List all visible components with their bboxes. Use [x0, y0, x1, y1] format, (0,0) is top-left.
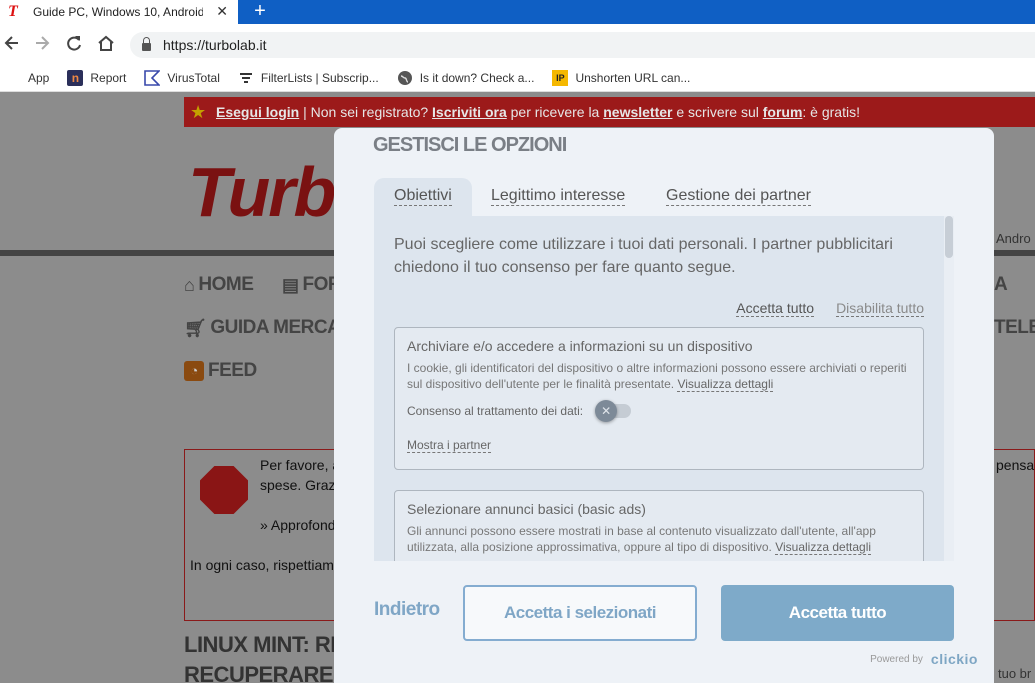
nav-right-1[interactable]: A	[994, 274, 1008, 296]
back-arrow-icon[interactable]	[2, 33, 22, 53]
login-banner-text: per ricevere la	[506, 104, 604, 120]
bookmark-label: Report	[90, 70, 127, 85]
site-logo[interactable]: Turb	[188, 152, 336, 232]
nav-forum[interactable]: ▤ FOR	[282, 274, 342, 296]
nav-right-2[interactable]: TELEGR	[994, 317, 1035, 339]
bookmark-filterlists[interactable]: FilterLists | Subscrip...	[238, 70, 379, 86]
purpose-card: Archiviare e/o accedere a informazioni s…	[394, 327, 924, 470]
intro-text: Puoi scegliere come utilizzare i tuoi da…	[394, 236, 893, 276]
login-banner: ★ Esegui login | Non sei registrato? Isc…	[184, 97, 1035, 127]
dialog-footer: Indietro Accetta i selezionati Accetta t…	[334, 561, 994, 683]
adblock-link[interactable]: » Approfond	[260, 517, 336, 533]
globe-icon	[397, 70, 413, 86]
bookmark-label: App	[28, 70, 50, 85]
url-text: https://turbolab.it	[163, 37, 267, 53]
disable-all-link[interactable]: Disabilita tutto	[836, 300, 924, 317]
purpose-desc-text: I cookie, gli identificatori del disposi…	[407, 361, 907, 391]
clickio-logo[interactable]: clickio	[931, 651, 978, 667]
tab-label: Gestione dei partner	[666, 187, 811, 206]
bookmark-label: Unshorten URL can...	[575, 70, 691, 85]
cart-icon: 🛒︎	[184, 317, 207, 338]
tab-legittimo-interesse[interactable]: Legittimo interesse	[491, 178, 626, 216]
nav-home[interactable]: ⌂ HOME	[184, 274, 254, 296]
powered-by: Powered by clickio	[870, 651, 978, 667]
toggle-off-icon: ✕	[595, 400, 618, 422]
scrollbar-thumb[interactable]	[945, 216, 953, 258]
bookmark-virustotal[interactable]: VirusTotal	[144, 69, 220, 86]
close-tab-icon[interactable]: ✕	[216, 3, 228, 20]
bookmark-label: Is it down? Check a...	[419, 70, 535, 85]
newsletter-link[interactable]: newsletter	[603, 104, 672, 120]
browser-tab[interactable]: T Guide PC, Windows 10, Android, ✕	[0, 0, 238, 24]
show-partners-link[interactable]: Mostra i partner	[407, 438, 492, 453]
nav-label: FEED	[208, 360, 257, 381]
back-button[interactable]: Indietro	[374, 599, 440, 621]
stop-hand-icon	[200, 466, 248, 514]
purposes-panel: Puoi scegliere come utilizzare i tuoi da…	[374, 216, 954, 561]
url-input[interactable]: https://turbolab.it	[130, 32, 1035, 58]
view-details-link[interactable]: Visualizza dettagli	[677, 377, 774, 392]
bookmark-label: FilterLists | Subscrip...	[260, 70, 379, 85]
bookmark-label: VirusTotal	[167, 70, 220, 85]
accept-selected-button[interactable]: Accetta i selezionati	[463, 585, 697, 641]
site-favicon: T	[8, 3, 18, 20]
consent-label: Consenso al trattamento dei dati:	[407, 404, 584, 418]
side-snippet: tuo br	[998, 666, 1032, 681]
bookmark-report[interactable]: n Report	[67, 69, 127, 86]
purpose-description: Gli annunci possono essere mostrati in b…	[407, 523, 912, 555]
login-banner-text: e scrivere sul	[672, 104, 763, 120]
apps-grid-icon	[5, 70, 21, 86]
tab-label: Legittimo interesse	[491, 187, 626, 206]
login-banner-text: : è gratis!	[802, 104, 860, 120]
accept-all-button[interactable]: Accetta tutto	[721, 585, 954, 641]
consent-dialog: GESTISCI LE OPZIONI Obiettivi Legittimo …	[334, 128, 994, 683]
nav-feed[interactable]: ◔ FEED	[184, 360, 257, 382]
adblock-text: pensab	[996, 457, 1035, 473]
rss-icon: ◔	[184, 361, 204, 381]
bulk-actions: Accetta tutto Disabilita tutto	[714, 300, 924, 317]
bookmark-app[interactable]: App	[5, 70, 49, 86]
house-icon: ⌂	[184, 274, 195, 295]
purpose-title: Archiviare e/o accedere a informazioni s…	[407, 338, 753, 354]
nav-label: HOME	[198, 274, 254, 295]
tab-gestione-partner[interactable]: Gestione dei partner	[666, 178, 811, 216]
adblock-text: spese. Graz	[260, 477, 336, 493]
register-link[interactable]: Iscriviti ora	[432, 104, 507, 120]
adblock-text: In ogni caso, rispettiam	[190, 557, 334, 573]
new-tab-button[interactable]: +	[250, 0, 270, 24]
header-snippet: Andro	[996, 231, 1031, 246]
accept-all-link[interactable]: Accetta tutto	[736, 300, 815, 317]
ip-icon: IP	[552, 69, 569, 86]
purpose-title: Selezionare annunci basici (basic ads)	[407, 501, 646, 517]
dialog-title: GESTISCI LE OPZIONI	[373, 134, 567, 156]
tab-strip: T Guide PC, Windows 10, Android, ✕ +	[0, 0, 1035, 24]
virustotal-icon	[144, 69, 162, 86]
powered-by-label: Powered by	[870, 653, 923, 665]
login-link[interactable]: Esegui login	[216, 104, 299, 120]
reload-icon[interactable]	[64, 33, 84, 53]
forum-link[interactable]: forum	[763, 104, 803, 120]
star-icon: ★	[190, 102, 207, 122]
lock-icon	[142, 37, 151, 51]
bookmark-unshorten[interactable]: IP Unshorten URL can...	[552, 69, 691, 86]
bookmarks-bar: App n Report VirusTotal FilterLists | Su…	[0, 64, 1035, 92]
view-details-link[interactable]: Visualizza dettagli	[775, 540, 872, 555]
login-banner-text: | Non sei registrato?	[299, 104, 433, 120]
bookmark-isitdown[interactable]: Is it down? Check a...	[397, 70, 535, 86]
consent-toggle[interactable]: ✕	[595, 400, 632, 422]
forward-arrow-icon[interactable]	[32, 33, 52, 53]
adblock-text: Per favore, a	[260, 457, 341, 473]
purpose-description: I cookie, gli identificatori del disposi…	[407, 360, 912, 392]
address-bar-row: https://turbolab.it	[0, 24, 1035, 64]
purpose-card: Selezionare annunci basici (basic ads) G…	[394, 490, 924, 561]
tab-obiettivi[interactable]: Obiettivi	[374, 178, 472, 216]
tab-title: Guide PC, Windows 10, Android,	[33, 5, 203, 19]
tab-label: Obiettivi	[394, 187, 452, 206]
report-icon: n	[67, 69, 84, 86]
filter-icon	[238, 70, 254, 86]
home-icon[interactable]	[96, 33, 116, 53]
panel-scrollbar[interactable]	[944, 216, 954, 561]
chat-icon: ▤	[282, 274, 299, 295]
consent-row: Consenso al trattamento dei dati: ✕	[407, 400, 632, 422]
